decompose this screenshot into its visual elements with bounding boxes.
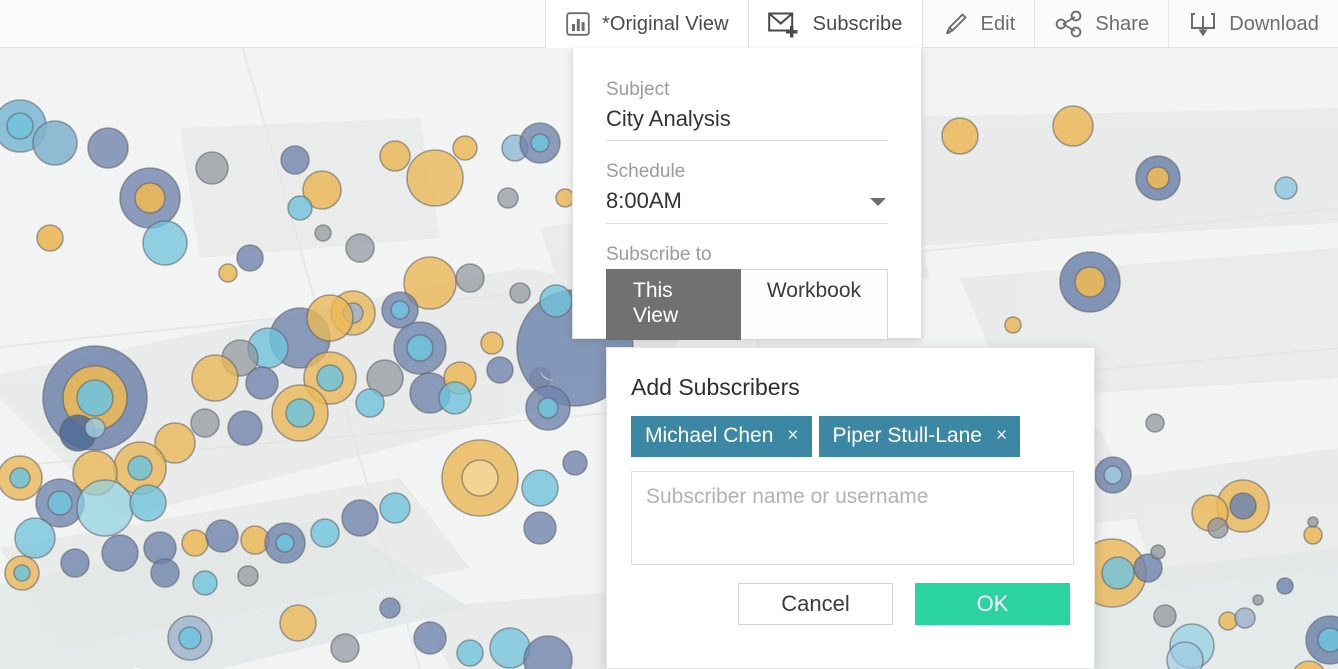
schedule-value: 8:00AM	[606, 188, 682, 214]
toolbar-item-subscribe[interactable]: Subscribe	[748, 0, 922, 48]
schedule-select[interactable]: 8:00AM	[606, 187, 888, 224]
subscribe-to-label: Subscribe to	[606, 243, 712, 265]
pencil-icon	[942, 10, 970, 38]
chevron-down-icon	[870, 198, 886, 207]
toolbar-label-edit: Edit	[980, 13, 1016, 35]
add-subscribers-dialog: Add Subscribers Michael Chen × Piper Stu…	[606, 347, 1095, 669]
top-toolbar: *Original View Subscribe Edit Share Down…	[0, 0, 1338, 48]
segment-workbook[interactable]: Workbook	[740, 269, 888, 340]
toolbar-label-original-view: *Original View	[602, 13, 729, 35]
subscriber-chip-list: Michael Chen × Piper Stull-Lane ×	[631, 415, 1070, 457]
subscriber-chip-label: Michael Chen	[645, 423, 774, 447]
toolbar-label-download: Download	[1229, 13, 1319, 35]
subscribe-to-toggle: This View Workbook	[606, 269, 888, 340]
ok-button[interactable]: OK	[915, 582, 1070, 625]
dialog-title: Add Subscribers	[631, 374, 800, 400]
schedule-label: Schedule	[606, 161, 686, 183]
toolbar-item-share[interactable]: Share	[1034, 0, 1168, 48]
toolbar-label-subscribe: Subscribe	[812, 13, 903, 35]
toolbar-item-edit[interactable]: Edit	[921, 0, 1035, 48]
app-root: *Original View Subscribe Edit Share Down…	[0, 0, 1338, 669]
subject-input[interactable]: City Analysis	[606, 105, 888, 142]
remove-subscriber-icon[interactable]: ×	[996, 426, 1007, 445]
subscriber-chip-label: Piper Stull-Lane	[832, 423, 982, 447]
envelope-plus-icon	[767, 10, 802, 38]
toolbar-item-original-view[interactable]: *Original View	[545, 0, 749, 48]
dialog-actions: Cancel OK	[631, 582, 1070, 625]
toolbar-item-download[interactable]: Download	[1168, 0, 1338, 48]
bar-chart-icon	[565, 11, 591, 37]
cancel-button[interactable]: Cancel	[738, 582, 893, 625]
toolbar-label-share: Share	[1095, 13, 1150, 35]
remove-subscriber-icon[interactable]: ×	[787, 426, 798, 445]
subscriber-chip[interactable]: Michael Chen ×	[631, 415, 812, 457]
subscriber-chip[interactable]: Piper Stull-Lane ×	[818, 415, 1021, 457]
subject-label: Subject	[606, 79, 670, 100]
share-nodes-icon	[1054, 10, 1084, 38]
download-tray-icon	[1188, 10, 1218, 38]
subscribe-panel: Subject City Analysis Schedule 8:00AM Su…	[572, 48, 922, 340]
subscriber-search-input[interactable]	[631, 470, 1074, 565]
segment-this-view[interactable]: This View	[606, 269, 741, 340]
